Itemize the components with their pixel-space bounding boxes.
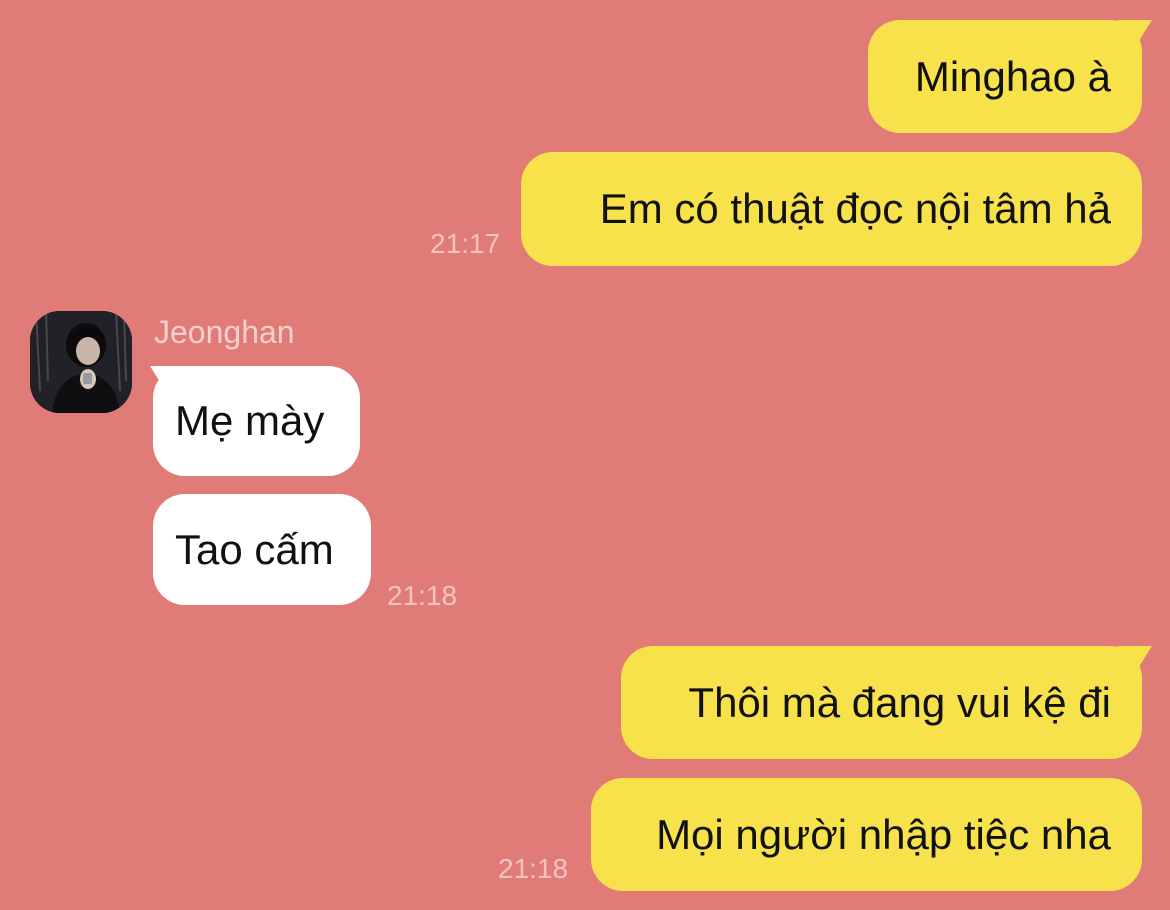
outgoing-message[interactable]: Thôi mà đang vui kệ đi	[621, 646, 1142, 759]
message-text: Tao cấm	[175, 525, 334, 573]
message-text: Minghao à	[914, 52, 1111, 100]
outgoing-message[interactable]: Mọi người nhập tiệc nha	[591, 778, 1142, 891]
incoming-message[interactable]: Mẹ mày	[153, 366, 360, 476]
incoming-message[interactable]: Tao cấm	[153, 494, 371, 605]
message-timestamp: 21:18	[387, 580, 458, 611]
message-timestamp: 21:18	[498, 853, 569, 884]
message-text: Mọi người nhập tiệc nha	[656, 810, 1111, 858]
outgoing-message[interactable]: Em có thuật đọc nội tâm hả	[521, 152, 1142, 266]
message-timestamp: 21:17	[430, 228, 501, 259]
message-text: Thôi mà đang vui kệ đi	[688, 678, 1111, 726]
message-text: Em có thuật đọc nội tâm hả	[599, 185, 1111, 232]
avatar[interactable]	[30, 311, 132, 413]
profile-photo-icon	[30, 311, 132, 413]
sender-name: Jeonghan	[154, 314, 295, 350]
outgoing-message[interactable]: Minghao à	[868, 20, 1142, 133]
message-text: Mẹ mày	[175, 397, 325, 444]
